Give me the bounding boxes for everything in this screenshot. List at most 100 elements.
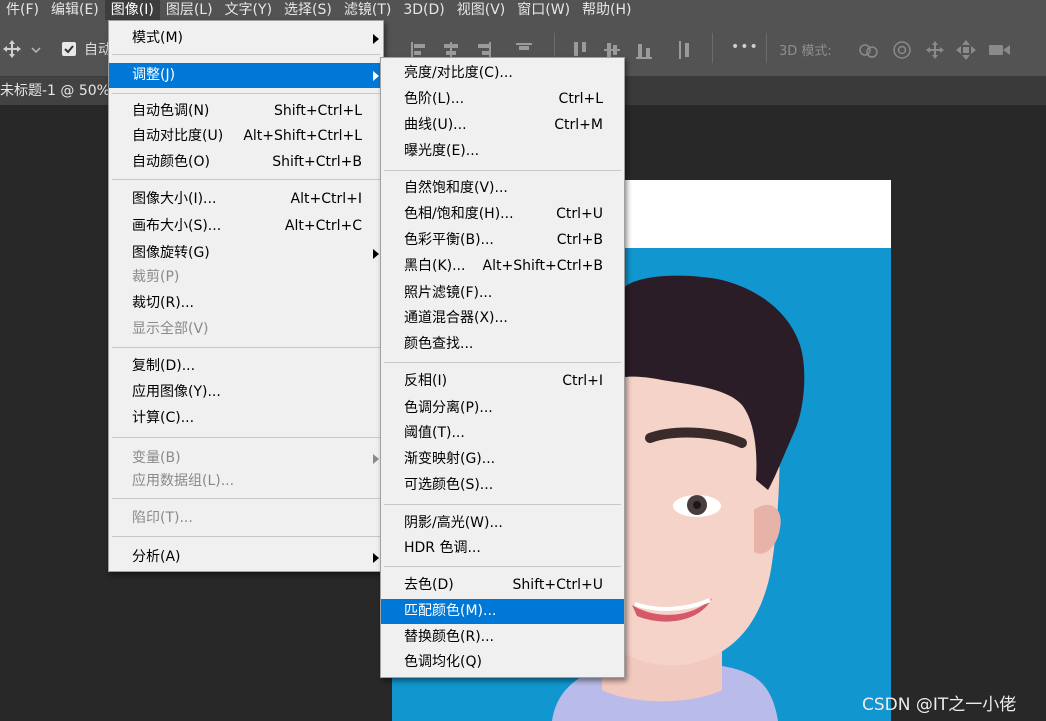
menu-item-label: 显示全部(V) <box>132 321 209 337</box>
adjust-item-desaturate[interactable]: 去色(D) Shift+Ctrl+U <box>381 573 624 598</box>
adjust-item-brightness-contrast[interactable]: 亮度/对比度(C)... <box>381 61 624 86</box>
menu-separator <box>384 566 621 567</box>
adjust-item-exposure[interactable]: 曝光度(E)... <box>381 139 624 164</box>
menu-item-label: 阴影/高光(W)... <box>404 515 503 531</box>
auto-select-checkbox[interactable] <box>62 42 76 56</box>
image-menu-item-auto-tone[interactable]: 自动色调(N) Shift+Ctrl+L <box>109 99 383 124</box>
menu-file[interactable]: 件(F) <box>0 0 45 20</box>
image-menu-item-variables: 变量(B) <box>109 446 383 471</box>
menu-separator <box>112 179 380 180</box>
image-menu-item-canvas-size[interactable]: 画布大小(S)... Alt+Ctrl+C <box>109 214 383 239</box>
menu-view[interactable]: 视图(V) <box>451 0 512 20</box>
distribute-bottom-icon[interactable] <box>636 40 652 60</box>
submenu-arrow-icon <box>373 249 379 259</box>
menu-item-label: 曝光度(E)... <box>404 143 480 159</box>
menu-item-label: 匹配颜色(M)... <box>404 603 497 619</box>
menu-help[interactable]: 帮助(H) <box>576 0 637 20</box>
distribute-left-icon[interactable] <box>679 40 695 60</box>
roll-3d-icon[interactable] <box>891 39 913 61</box>
image-menu: 模式(M) 调整(J) 自动色调(N) Shift+Ctrl+L 自动对比度(U… <box>108 20 384 572</box>
image-menu-item-apply-image[interactable]: 应用图像(Y)... <box>109 380 383 405</box>
menu-item-label: 计算(C)... <box>132 410 195 426</box>
image-menu-item-auto-color[interactable]: 自动颜色(O) Shift+Ctrl+B <box>109 150 383 175</box>
menu-item-label: 裁剪(P) <box>132 269 180 285</box>
image-menu-item-trim[interactable]: 裁切(R)... <box>109 291 383 316</box>
menu-item-label: 自动颜色(O) <box>132 154 210 170</box>
menu-3d[interactable]: 3D(D) <box>397 0 450 20</box>
menu-item-label: 复制(D)... <box>132 358 196 374</box>
menu-select[interactable]: 选择(S) <box>278 0 338 20</box>
menu-item-label: 通道混合器(X)... <box>404 310 508 326</box>
adjust-item-color-balance[interactable]: 色彩平衡(B)... Ctrl+B <box>381 228 624 253</box>
menu-item-shortcut: Ctrl+I <box>562 373 603 389</box>
adjust-item-vibrance[interactable]: 自然饱和度(V)... <box>381 176 624 201</box>
adjust-item-threshold[interactable]: 阈值(T)... <box>381 421 624 446</box>
menu-item-label: 变量(B) <box>132 450 181 466</box>
checkmark-icon <box>64 45 74 54</box>
slide-3d-icon[interactable] <box>955 39 977 61</box>
chevron-down-icon[interactable] <box>31 46 41 54</box>
menu-item-label: 颜色查找... <box>404 336 474 352</box>
menu-item-shortcut: Alt+Shift+Ctrl+B <box>482 258 603 274</box>
adjust-item-invert[interactable]: 反相(I) Ctrl+I <box>381 369 624 394</box>
menu-item-label: HDR 色调... <box>404 540 481 556</box>
menu-layer[interactable]: 图层(L) <box>160 0 219 20</box>
menu-type[interactable]: 文字(Y) <box>219 0 278 20</box>
adjust-item-channel-mixer[interactable]: 通道混合器(X)... <box>381 306 624 331</box>
adjust-item-match-color[interactable]: 匹配颜色(M)... <box>381 599 624 624</box>
menu-item-label: 去色(D) <box>404 577 454 593</box>
menu-separator <box>384 362 621 363</box>
menu-image[interactable]: 图像(I) <box>104 0 160 20</box>
adjust-item-hdr-toning[interactable]: HDR 色调... <box>381 536 624 561</box>
adjust-item-replace-color[interactable]: 替换颜色(R)... <box>381 625 624 650</box>
menu-window[interactable]: 窗口(W) <box>511 0 576 20</box>
adjust-item-equalize[interactable]: 色调均化(Q) <box>381 650 624 675</box>
image-menu-item-duplicate[interactable]: 复制(D)... <box>109 354 383 379</box>
orbit-3d-icon[interactable] <box>857 40 879 60</box>
adjust-item-gradient-map[interactable]: 渐变映射(G)... <box>381 447 624 472</box>
adjust-item-curves[interactable]: 曲线(U)... Ctrl+M <box>381 113 624 138</box>
adjust-item-posterize[interactable]: 色调分离(P)... <box>381 396 624 421</box>
menu-separator <box>112 536 380 537</box>
adjust-item-shadows-highlights[interactable]: 阴影/高光(W)... <box>381 511 624 536</box>
watermark-text: CSDN @IT之一小佬 <box>862 695 1017 715</box>
adjust-item-hue-saturation[interactable]: 色相/饱和度(H)... Ctrl+U <box>381 202 624 227</box>
more-options-button[interactable]: ••• <box>731 39 759 55</box>
document-tab[interactable]: 未标题-1 @ 50%( <box>0 77 124 105</box>
menu-item-label: 画布大小(S)... <box>132 218 222 234</box>
adjust-item-black-white[interactable]: 黑白(K)... Alt+Shift+Ctrl+B <box>381 254 624 279</box>
image-menu-item-image-size[interactable]: 图像大小(I)... Alt+Ctrl+I <box>109 187 383 212</box>
menu-item-shortcut: Ctrl+L <box>558 91 603 107</box>
submenu-arrow-icon <box>373 34 379 44</box>
image-menu-item-adjustments[interactable]: 调整(J) <box>109 63 383 88</box>
menu-item-label: 替换颜色(R)... <box>404 629 495 645</box>
image-menu-item-auto-contrast[interactable]: 自动对比度(U) Alt+Shift+Ctrl+L <box>109 124 383 149</box>
adjust-item-photo-filter[interactable]: 照片滤镜(F)... <box>381 281 624 306</box>
menu-item-shortcut: Alt+Shift+Ctrl+L <box>243 128 362 144</box>
menu-filter[interactable]: 滤镜(T) <box>338 0 397 20</box>
move-tool-icon[interactable] <box>2 39 22 59</box>
image-menu-item-crop: 裁剪(P) <box>109 265 383 290</box>
image-menu-item-image-rotation[interactable]: 图像旋转(G) <box>109 241 383 266</box>
menu-item-label: 模式(M) <box>132 30 184 46</box>
toolbar-separator <box>766 33 767 63</box>
menu-item-label: 可选颜色(S)... <box>404 477 494 493</box>
menu-bar: 件(F) 编辑(E) 图像(I) 图层(L) 文字(Y) 选择(S) 滤镜(T)… <box>0 0 1046 20</box>
adjust-item-levels[interactable]: 色阶(L)... Ctrl+L <box>381 87 624 112</box>
camera-3d-icon[interactable] <box>987 41 1013 59</box>
menu-item-label: 自然饱和度(V)... <box>404 180 508 196</box>
image-menu-item-mode[interactable]: 模式(M) <box>109 26 383 51</box>
adjust-item-color-lookup[interactable]: 颜色查找... <box>381 332 624 357</box>
image-menu-item-analysis[interactable]: 分析(A) <box>109 545 383 570</box>
adjust-item-selective-color[interactable]: 可选颜色(S)... <box>381 473 624 498</box>
menu-item-shortcut: Ctrl+M <box>554 117 603 133</box>
menu-item-label: 曲线(U)... <box>404 117 467 133</box>
submenu-arrow-icon <box>373 454 379 464</box>
menu-item-label: 色阶(L)... <box>404 91 465 107</box>
menu-item-label: 应用图像(Y)... <box>132 384 221 400</box>
3d-mode-label: 3D 模式: <box>779 44 832 59</box>
pan-3d-icon[interactable] <box>924 39 946 61</box>
image-menu-item-calculations[interactable]: 计算(C)... <box>109 406 383 431</box>
menu-edit[interactable]: 编辑(E) <box>45 0 105 20</box>
image-menu-item-apply-data-set: 应用数据组(L)... <box>109 469 383 494</box>
